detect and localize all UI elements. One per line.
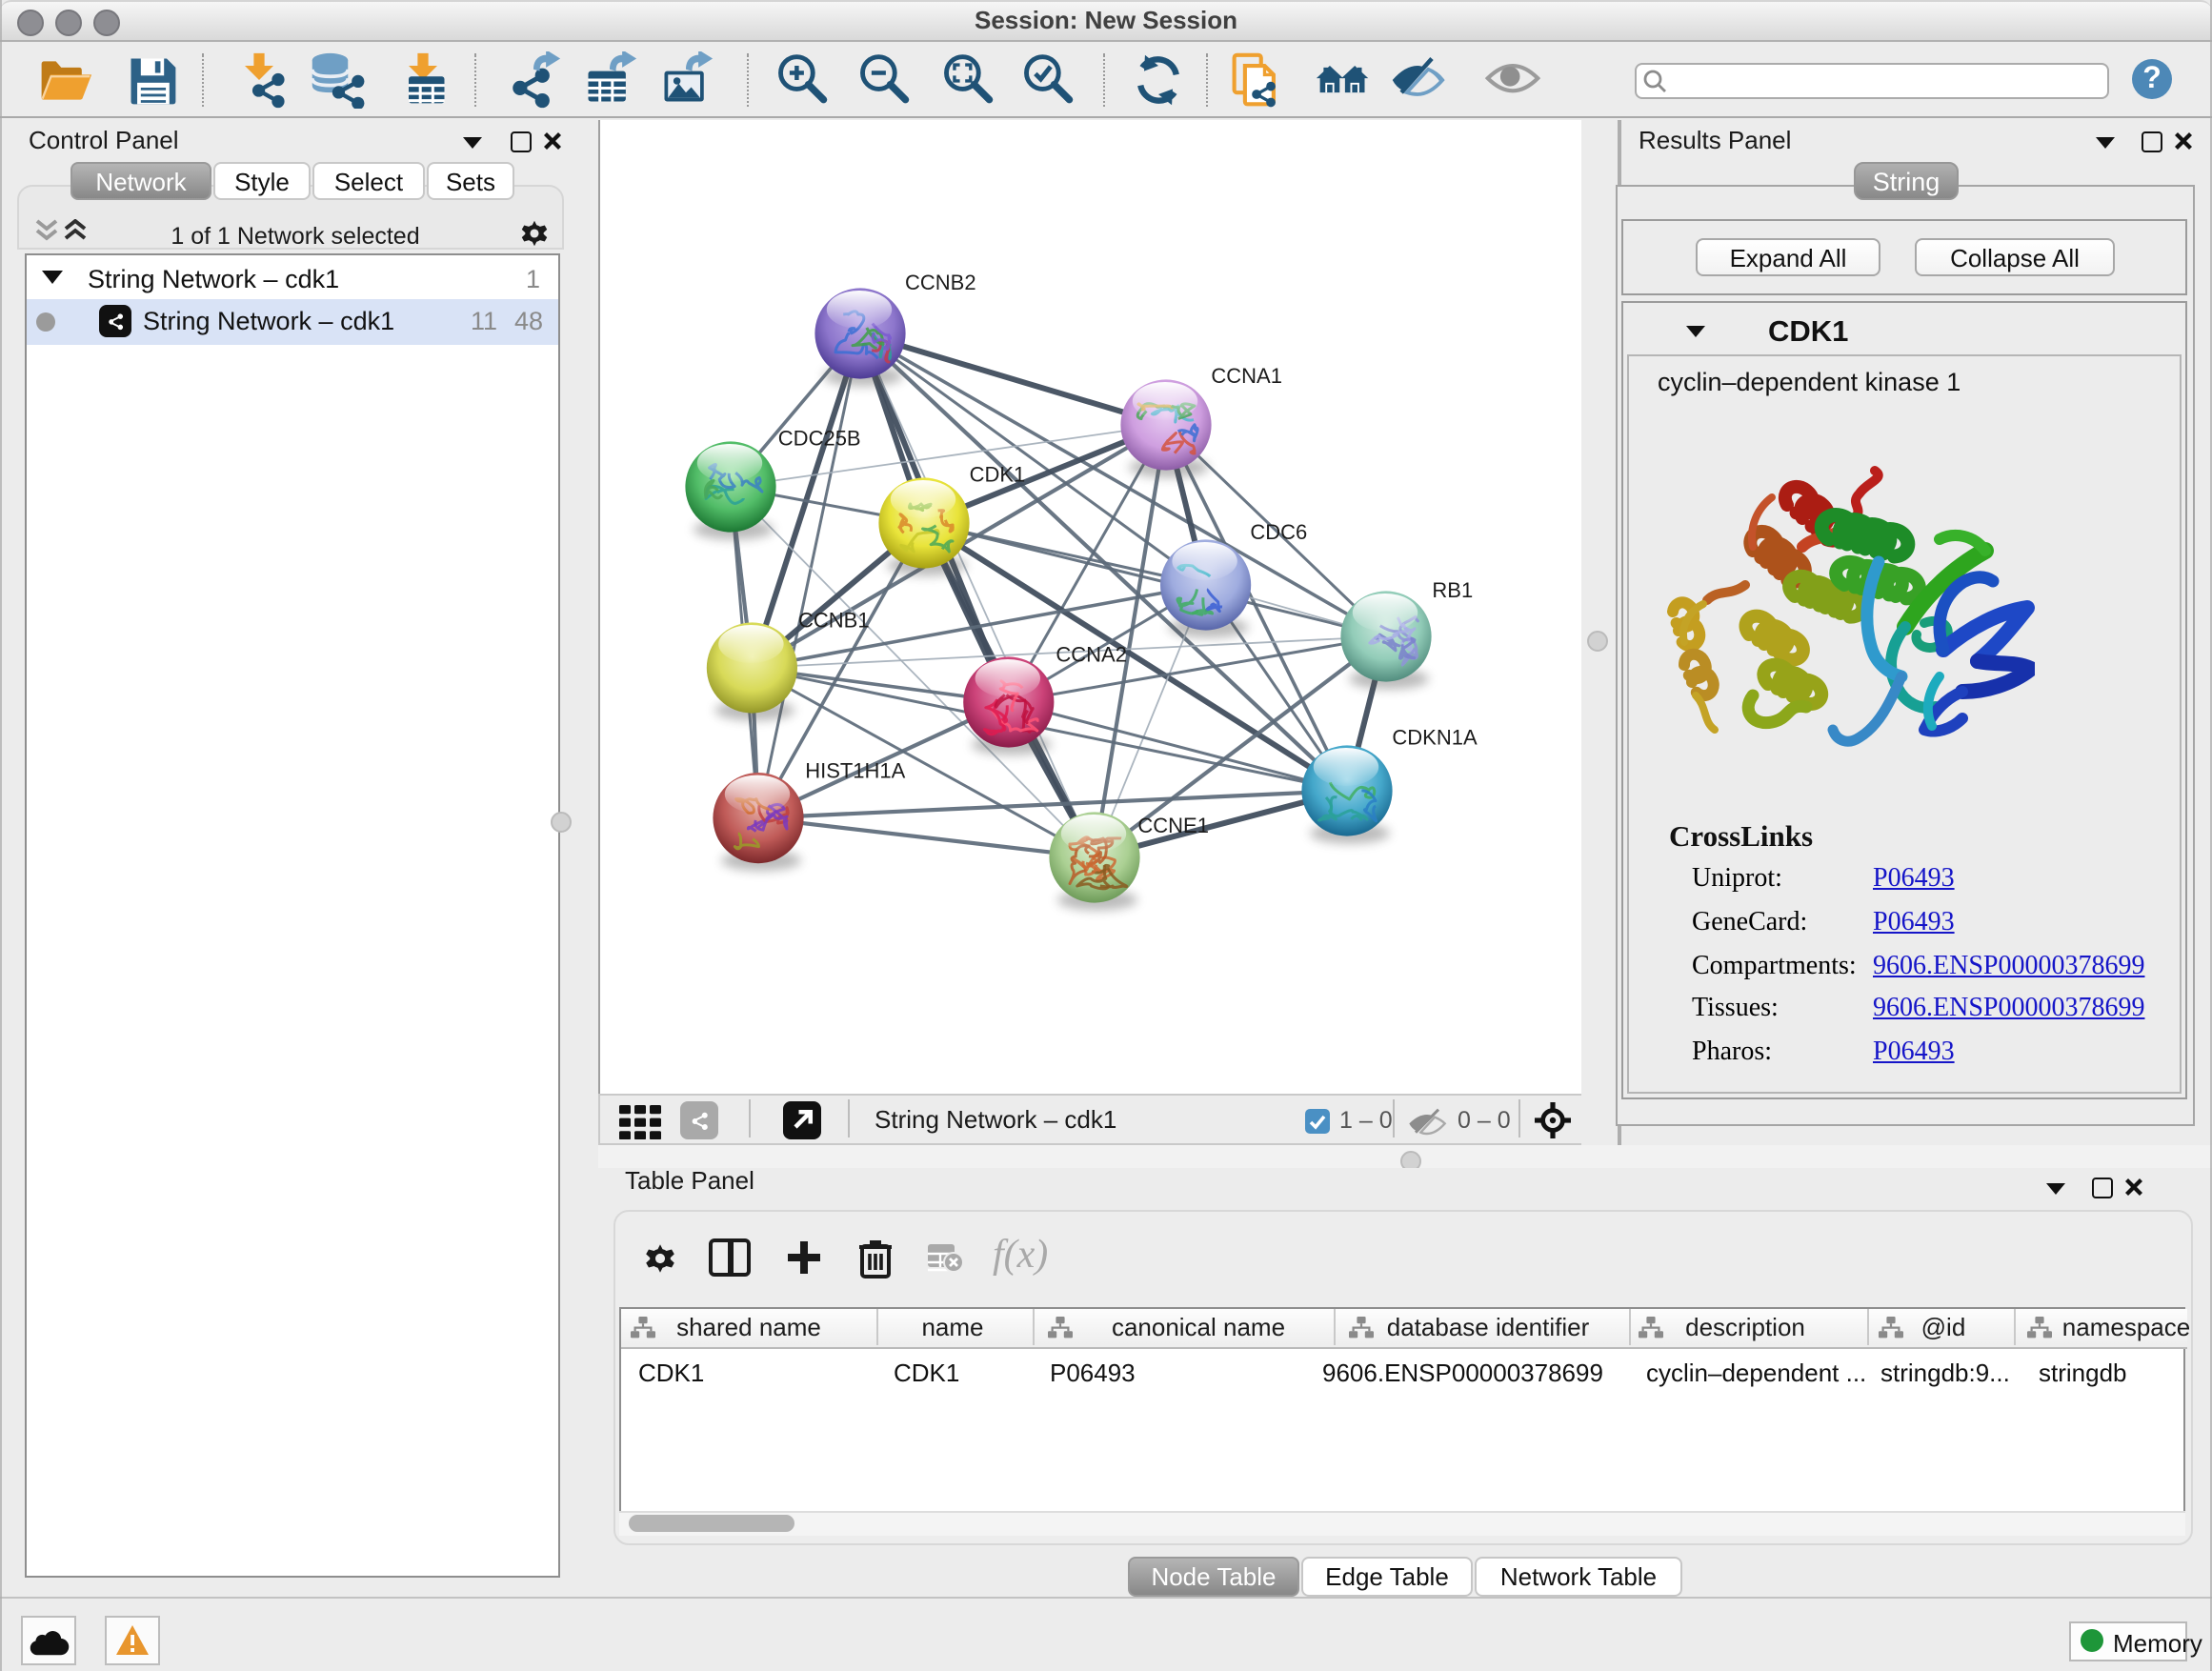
svg-text:CDKN1A: CDKN1A (1392, 726, 1478, 750)
svg-text:CDK1: CDK1 (970, 462, 1026, 486)
svg-text:RB1: RB1 (1432, 578, 1473, 602)
svg-text:CCNA2: CCNA2 (1056, 643, 1127, 667)
svg-text:CCNE1: CCNE1 (1137, 814, 1209, 837)
svg-text:CCNB1: CCNB1 (798, 609, 870, 633)
svg-text:HIST1H1A: HIST1H1A (805, 759, 905, 783)
svg-text:CDC25B: CDC25B (778, 426, 861, 450)
svg-text:CCNA1: CCNA1 (1211, 364, 1282, 388)
svg-text:CDC6: CDC6 (1250, 520, 1307, 544)
svg-text:CCNB2: CCNB2 (905, 271, 976, 294)
